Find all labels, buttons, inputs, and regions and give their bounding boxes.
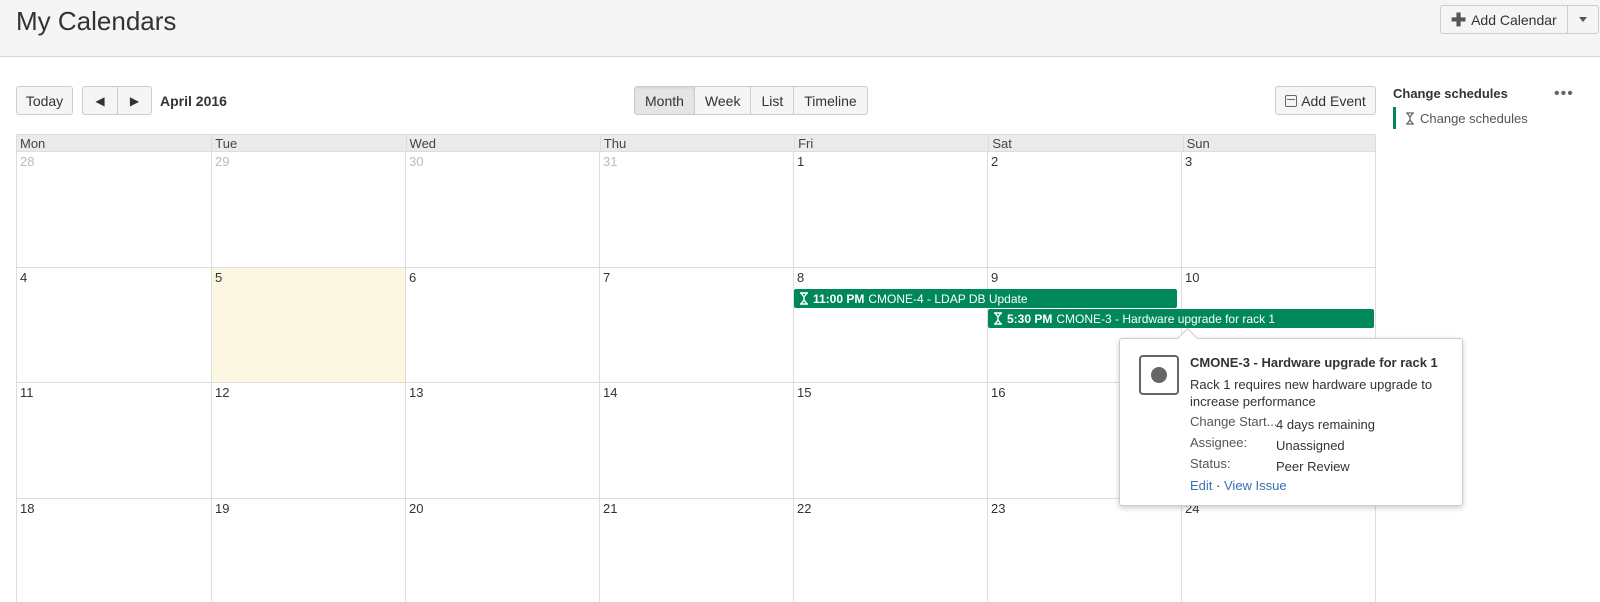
weekday-header: Fri	[794, 135, 988, 151]
popup-row-label: Status:	[1190, 456, 1231, 471]
add-event-label: Add Event	[1301, 92, 1366, 109]
current-month-label: April 2016	[160, 93, 227, 109]
event-title: CMONE-4 - LDAP DB Update	[868, 291, 1028, 306]
popup-row-value: Unassigned	[1276, 438, 1345, 453]
calendar-day-cell[interactable]: 30	[405, 152, 599, 267]
sidebar-title: Change schedules	[1393, 86, 1508, 101]
page-header: My Calendars ✚ Add Calendar	[0, 0, 1600, 57]
popup-row-label: Change Start...	[1190, 414, 1276, 429]
view-week-button[interactable]: Week	[693, 87, 751, 114]
calendar-week-row: 28 29 30 31 1 2 3	[16, 152, 1376, 268]
page-title: My Calendars	[16, 6, 177, 36]
change-schedule-icon	[992, 312, 1004, 325]
calendar-day-cell[interactable]: 24	[1181, 498, 1375, 602]
event-title: CMONE-3 - Hardware upgrade for rack 1	[1056, 311, 1276, 326]
calendar-day-cell[interactable]: 20	[405, 498, 599, 602]
calendar-day-cell[interactable]: 13	[405, 383, 599, 498]
sidebar-item-change-schedules[interactable]: Change schedules	[1393, 107, 1528, 129]
weekday-header: Wed	[405, 135, 600, 151]
calendar-event-cmone-4[interactable]: 11:00 PM CMONE-4 - LDAP DB Update	[794, 289, 1177, 308]
sidebar-item-label: Change schedules	[1420, 110, 1528, 126]
popup-row-change-start: Change Start...4 days remaining	[1190, 414, 1375, 432]
weekday-header-row: Mon Tue Wed Thu Fri Sat Sun	[16, 134, 1376, 152]
calendar-day-cell-today[interactable]: 5	[211, 267, 405, 382]
weekday-header: Mon	[20, 136, 46, 151]
view-switcher: Month Week List Timeline	[634, 86, 868, 115]
calendar-day-cell[interactable]: 14	[599, 383, 793, 498]
calendar-day-cell[interactable]: 8	[793, 267, 987, 382]
calendar-icon	[1285, 94, 1298, 107]
add-event-button[interactable]: Add Event	[1275, 86, 1376, 115]
change-schedule-icon	[1404, 111, 1416, 125]
calendar-day-cell[interactable]: 11	[17, 383, 211, 498]
event-time: 5:30 PM	[1007, 311, 1053, 326]
calendar-day-cell[interactable]: 19	[211, 498, 405, 602]
view-timeline-button[interactable]: Timeline	[793, 87, 866, 114]
month-navigation: ◀ ▶	[82, 86, 152, 115]
event-time: 11:00 PM	[813, 291, 865, 306]
popup-row-value: 4 days remaining	[1276, 417, 1375, 432]
calendar-event-cmone-3[interactable]: 5:30 PM CMONE-3 - Hardware upgrade for r…	[988, 309, 1374, 328]
calendar-day-cell[interactable]: 23	[987, 498, 1181, 602]
weekday-header: Tue	[211, 135, 405, 151]
view-month-button[interactable]: Month	[635, 87, 694, 114]
popup-title: CMONE-3 - Hardware upgrade for rack 1	[1190, 355, 1438, 370]
calendar-day-cell[interactable]: 15	[793, 383, 987, 498]
weekday-header: Thu	[599, 135, 794, 151]
calendar-day-cell[interactable]: 4	[17, 268, 211, 383]
calendar-day-cell[interactable]: 6	[405, 267, 599, 382]
popup-row-assignee: Assignee: Unassigned	[1190, 435, 1345, 453]
edit-link[interactable]: Edit	[1190, 478, 1212, 493]
issue-type-icon	[1139, 355, 1179, 395]
add-calendar-group: ✚ Add Calendar	[1440, 5, 1599, 34]
popup-actions: Edit · View Issue	[1190, 478, 1287, 493]
add-calendar-dropdown-button[interactable]	[1568, 6, 1598, 33]
weekday-header: Sun	[1182, 135, 1377, 151]
calendar-week-row: 18 19 20 21 22 23 24	[16, 498, 1376, 602]
view-issue-link[interactable]: View Issue	[1224, 478, 1287, 493]
calendar-day-cell[interactable]: 22	[793, 498, 987, 602]
chevron-down-icon	[1578, 17, 1587, 22]
event-details-popup: CMONE-3 - Hardware upgrade for rack 1 Ra…	[1119, 338, 1463, 506]
calendar-day-cell[interactable]: 12	[211, 383, 405, 498]
calendar-day-cell[interactable]: 31	[599, 152, 793, 267]
calendar-day-cell[interactable]: 29	[211, 152, 405, 267]
previous-month-button[interactable]: ◀	[83, 87, 117, 114]
view-list-button[interactable]: List	[750, 87, 793, 114]
add-calendar-label: Add Calendar	[1471, 11, 1557, 28]
next-month-button[interactable]: ▶	[117, 87, 151, 114]
calendar-day-cell[interactable]: 3	[1181, 152, 1375, 267]
today-button[interactable]: Today	[16, 86, 73, 115]
calendar-day-cell[interactable]: 21	[599, 498, 793, 602]
change-schedule-icon	[798, 292, 810, 305]
popup-row-value: Peer Review	[1276, 459, 1350, 474]
more-options-icon[interactable]: •••	[1554, 85, 1574, 103]
popup-description: Rack 1 requires new hardware upgrade to …	[1190, 377, 1433, 409]
link-separator: ·	[1216, 478, 1221, 493]
plus-icon: ✚	[1451, 9, 1467, 30]
calendar-day-cell[interactable]: 28	[17, 152, 211, 267]
calendar-day-cell[interactable]: 18	[17, 499, 211, 602]
popup-row-label: Assignee:	[1190, 435, 1248, 450]
weekday-header: Sat	[988, 135, 1182, 151]
calendar-day-cell[interactable]: 2	[987, 152, 1181, 267]
popup-row-status: Status: Peer Review	[1190, 456, 1350, 474]
calendar-day-cell[interactable]: 7	[599, 267, 793, 382]
add-calendar-button[interactable]: ✚ Add Calendar	[1441, 6, 1568, 33]
calendar-day-cell[interactable]: 1	[793, 152, 987, 267]
